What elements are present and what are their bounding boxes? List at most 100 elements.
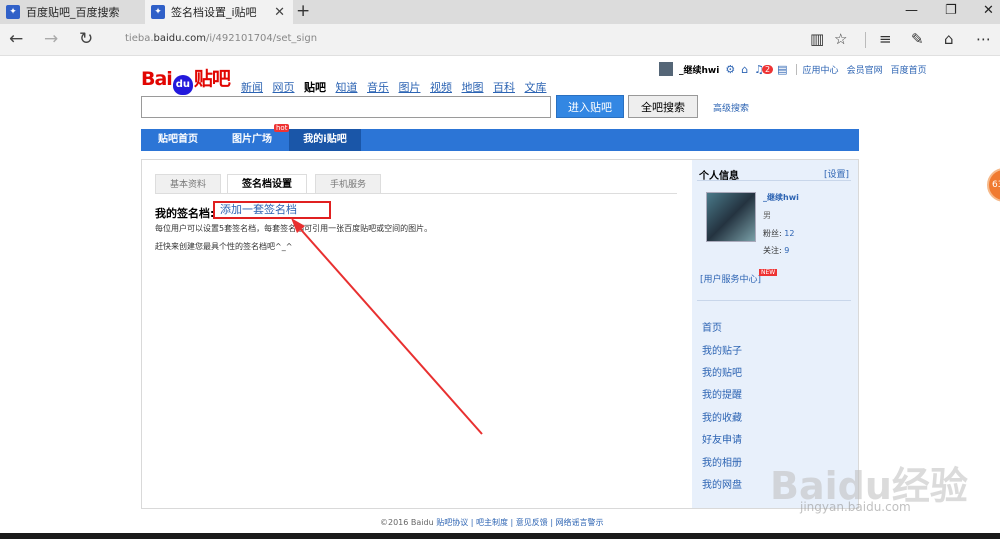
url-domain: baidu.com bbox=[153, 33, 206, 44]
sidebar-divider bbox=[697, 180, 851, 181]
nav-link-tieba: 贴吧 bbox=[304, 81, 326, 94]
footer-link-agreement[interactable]: 贴吧协议 bbox=[436, 518, 468, 527]
main-navbar: 贴吧首页 图片广场 我的i贴吧 bbox=[141, 129, 859, 151]
sidebar-username[interactable]: _继续hwi bbox=[763, 192, 799, 203]
page-footer: ©2016 Baidu 贴吧协议 | 吧主制度 | 意见反馈 | 网络谣言警示 bbox=[380, 518, 604, 527]
hot-badge: hot bbox=[274, 124, 290, 132]
message-count-badge: 2 bbox=[762, 64, 774, 74]
search-all-button[interactable]: 全吧搜索 bbox=[628, 95, 698, 118]
user-name-link[interactable]: _继续hwi bbox=[679, 63, 719, 76]
sidebar-sex: 男 bbox=[763, 211, 771, 220]
hub-icon[interactable]: ≡ bbox=[879, 30, 892, 48]
fans-count-row: 粉丝: 12 bbox=[763, 228, 794, 239]
nav-link-wenku[interactable]: 文库 bbox=[525, 81, 547, 94]
product-nav: 新闻 网页 贴吧 知道 音乐 图片 视频 地图 百科 文库 bbox=[241, 79, 553, 95]
sidebar-divider bbox=[697, 300, 851, 301]
vip-link[interactable]: 会员官网 bbox=[847, 63, 883, 76]
toolbar-divider bbox=[865, 32, 866, 48]
sidebar-settings-link[interactable]: [设置] bbox=[824, 167, 849, 180]
copyright: ©2016 Baidu bbox=[380, 518, 434, 527]
advanced-search-link[interactable]: 高级搜索 bbox=[713, 101, 749, 114]
sidebar-item-albums[interactable]: 我的相册 bbox=[702, 454, 742, 469]
navbar-item-images[interactable]: 图片广场 bbox=[215, 129, 289, 151]
mail-icon[interactable]: ▤ bbox=[777, 63, 787, 76]
more-icon[interactable]: ⋯ bbox=[976, 30, 991, 48]
reading-view-icon[interactable]: ▥ bbox=[810, 30, 824, 48]
user-service-center-link[interactable]: [用户服务中心] bbox=[700, 272, 761, 285]
paw-icon: ✦ bbox=[151, 5, 165, 19]
logo-tieba: 贴吧 bbox=[193, 68, 231, 90]
navbar-item-home[interactable]: 贴吧首页 bbox=[141, 129, 215, 151]
favorite-star-icon[interactable]: ☆ bbox=[834, 30, 847, 48]
follow-label: 关注: bbox=[763, 246, 782, 255]
signature-description: 每位用户可以设置5套签名档，每套签名档可引用一张百度贴吧或空间的图片。 bbox=[155, 224, 433, 233]
tab-mobile[interactable]: 手机服务 bbox=[315, 174, 381, 194]
footer-link-feedback[interactable]: 意见反馈 bbox=[516, 518, 548, 527]
address-bar-row: ← → ↻ tieba.baidu.com/i/492101704/set_si… bbox=[0, 24, 1000, 56]
nav-link-baike[interactable]: 百科 bbox=[493, 81, 515, 94]
nav-link-image[interactable]: 图片 bbox=[399, 81, 421, 94]
app-center-link[interactable]: 应用中心 bbox=[803, 63, 839, 76]
sidebar-item-home[interactable]: 首页 bbox=[702, 319, 722, 334]
fans-label: 粉丝: bbox=[763, 229, 782, 238]
logo-bai: Bai bbox=[141, 68, 173, 90]
minimize-icon[interactable]: — bbox=[905, 3, 918, 18]
browser-tab-title: 百度贴吧_百度搜索 bbox=[26, 6, 120, 19]
nav-link-music[interactable]: 音乐 bbox=[367, 81, 389, 94]
taskbar bbox=[0, 533, 1000, 539]
sidebar-item-my-posts[interactable]: 我的贴子 bbox=[702, 342, 742, 357]
close-tab-icon[interactable]: ✕ bbox=[274, 5, 285, 20]
refresh-icon[interactable]: ↻ bbox=[79, 29, 93, 49]
user-bar: _继续hwi ⚙ ⌂ ♫ 2 ▤ 应用中心 会员官网 百度首页 bbox=[659, 60, 935, 78]
watermark-url: jingyan.baidu.com bbox=[800, 500, 911, 514]
url-field[interactable]: tieba.baidu.com/i/492101704/set_sign bbox=[125, 33, 317, 44]
sidebar-item-reminders[interactable]: 我的提醒 bbox=[702, 386, 742, 401]
my-signature-label: 我的签名档: bbox=[155, 207, 215, 220]
follow-count-row: 关注: 9 bbox=[763, 245, 789, 256]
forward-icon[interactable]: → bbox=[44, 29, 58, 49]
new-badge: NEW bbox=[759, 269, 778, 276]
tab-basic-info[interactable]: 基本资料 bbox=[155, 174, 221, 194]
sidebar-item-my-bars[interactable]: 我的贴吧 bbox=[702, 364, 742, 379]
floating-badge[interactable]: 63 bbox=[987, 168, 1000, 202]
user-avatar-small[interactable] bbox=[659, 62, 673, 76]
signature-prompt: 赶快来创建您最具个性的签名档吧^_^ bbox=[155, 242, 293, 251]
settings-gear-icon[interactable]: ⚙ bbox=[725, 63, 735, 76]
browser-tabbar: ✦ 百度贴吧_百度搜索 ✦ 签名档设置_i贴吧 ✕ + — ❐ ✕ bbox=[0, 0, 1000, 24]
tab-signature[interactable]: 签名档设置 bbox=[227, 174, 307, 194]
restore-icon[interactable]: ❐ bbox=[945, 3, 957, 18]
nav-link-news[interactable]: 新闻 bbox=[241, 81, 263, 94]
footer-link-rules[interactable]: 吧主制度 bbox=[476, 518, 508, 527]
enter-tieba-button[interactable]: 进入贴吧 bbox=[556, 95, 624, 118]
fans-count[interactable]: 12 bbox=[784, 229, 794, 238]
sidebar-item-favorites[interactable]: 我的收藏 bbox=[702, 409, 742, 424]
add-signature-link[interactable]: 添加一套签名档 bbox=[213, 201, 331, 219]
new-tab-icon[interactable]: + bbox=[296, 1, 310, 21]
sidebar-item-netdisk[interactable]: 我的网盘 bbox=[702, 476, 742, 491]
logo-paw-du: du bbox=[172, 75, 193, 95]
footer-link-rumor[interactable]: 网络谣言警示 bbox=[556, 518, 604, 527]
close-window-icon[interactable]: ✕ bbox=[983, 3, 994, 18]
browser-tab-title: 签名档设置_i贴吧 bbox=[171, 6, 257, 19]
nav-link-video[interactable]: 视频 bbox=[430, 81, 452, 94]
userbar-divider bbox=[795, 63, 797, 75]
nav-link-web[interactable]: 网页 bbox=[273, 81, 295, 94]
browser-tab-baidu-search[interactable]: ✦ 百度贴吧_百度搜索 bbox=[0, 0, 145, 24]
baidu-home-link[interactable]: 百度首页 bbox=[891, 63, 927, 76]
nav-link-map[interactable]: 地图 bbox=[462, 81, 484, 94]
tieba-logo[interactable]: Bai du 贴吧 bbox=[141, 64, 231, 95]
url-path: /i/492101704/set_sign bbox=[206, 33, 318, 44]
search-input[interactable] bbox=[141, 96, 551, 118]
url-prefix: tieba. bbox=[125, 33, 154, 44]
sidebar-item-friend-requests[interactable]: 好友申请 bbox=[702, 431, 742, 446]
avatar[interactable] bbox=[706, 192, 756, 242]
follow-count[interactable]: 9 bbox=[784, 246, 789, 255]
share-icon[interactable]: ⌂ bbox=[944, 30, 954, 48]
nav-link-zhidao[interactable]: 知道 bbox=[336, 81, 358, 94]
paw-icon: ✦ bbox=[6, 5, 20, 19]
back-icon[interactable]: ← bbox=[9, 29, 23, 49]
navbar-item-my-itieba[interactable]: 我的i贴吧 bbox=[289, 129, 361, 151]
browser-tab-set-sign[interactable]: ✦ 签名档设置_i贴吧 ✕ bbox=[145, 0, 293, 24]
home-icon[interactable]: ⌂ bbox=[741, 63, 748, 76]
web-note-icon[interactable]: ✎ bbox=[911, 30, 924, 48]
